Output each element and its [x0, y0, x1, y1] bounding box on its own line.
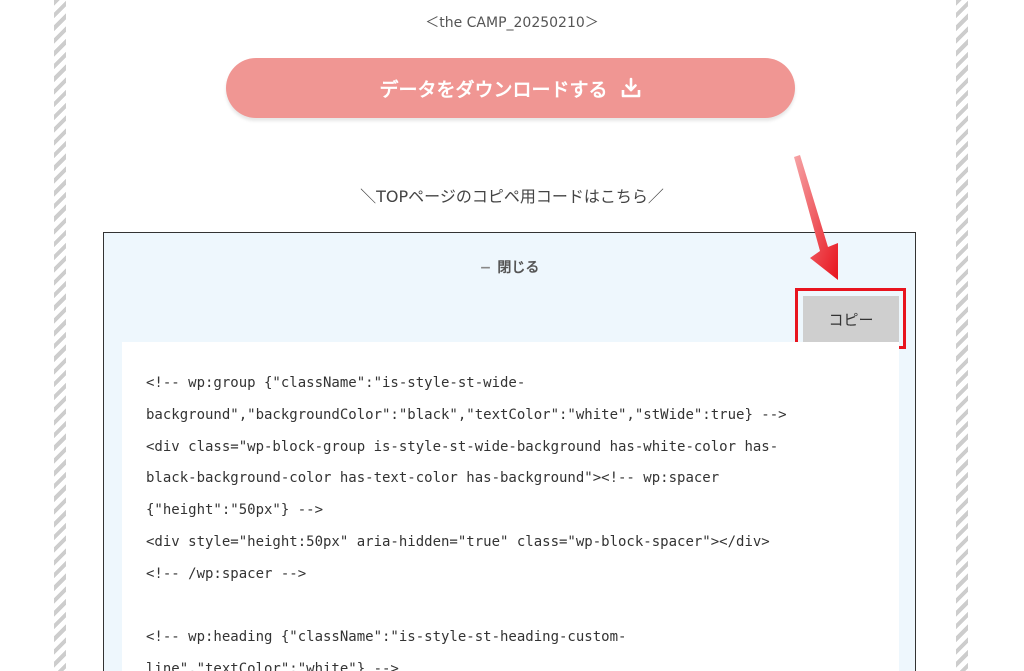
page: ＜the CAMP_20250210＞ データをダウンロードする ＼TOPページ… [0, 0, 1024, 671]
code-accordion-panel: − 閉じる コピー <!-- wp:group {"className":"is-… [103, 232, 916, 671]
code-line: <!-- wp:heading {"className":"is-style-s… [146, 629, 627, 646]
minus-icon: − [479, 260, 492, 276]
code-text: <!-- wp:group {"className":"is-style-st-… [146, 368, 866, 671]
code-line: background","backgroundColor":"black","t… [146, 406, 787, 423]
download-button-label: データをダウンロードする [379, 78, 608, 101]
code-line: <div style="height:50px" aria-hidden="tr… [146, 533, 770, 550]
left-stripe-border [54, 0, 66, 671]
code-block[interactable]: <!-- wp:group {"className":"is-style-st-… [122, 342, 899, 671]
annotation-arrow-icon [794, 155, 838, 280]
code-line: black-background-color has-text-color ha… [146, 470, 720, 487]
code-line: line","textColor":"white"} --> [146, 661, 399, 671]
code-line: <div class="wp-block-group is-style-st-w… [146, 438, 779, 455]
download-data-button[interactable]: データをダウンロードする [226, 58, 795, 118]
close-toggle-label: 閉じる [497, 260, 540, 276]
right-stripe-border [956, 0, 968, 671]
file-caption: ＜the CAMP_20250210＞ [425, 15, 599, 31]
code-line: {"height":"50px"} --> [146, 502, 324, 519]
top-page-code-label: ＼TOPページのコピペ用コードはこちら／ [360, 187, 664, 206]
code-line: <!-- wp:group {"className":"is-style-st-… [146, 375, 526, 391]
copy-button[interactable]: コピー [803, 296, 899, 342]
download-icon [620, 77, 642, 99]
code-line: <!-- /wp:spacer --> [146, 565, 307, 582]
